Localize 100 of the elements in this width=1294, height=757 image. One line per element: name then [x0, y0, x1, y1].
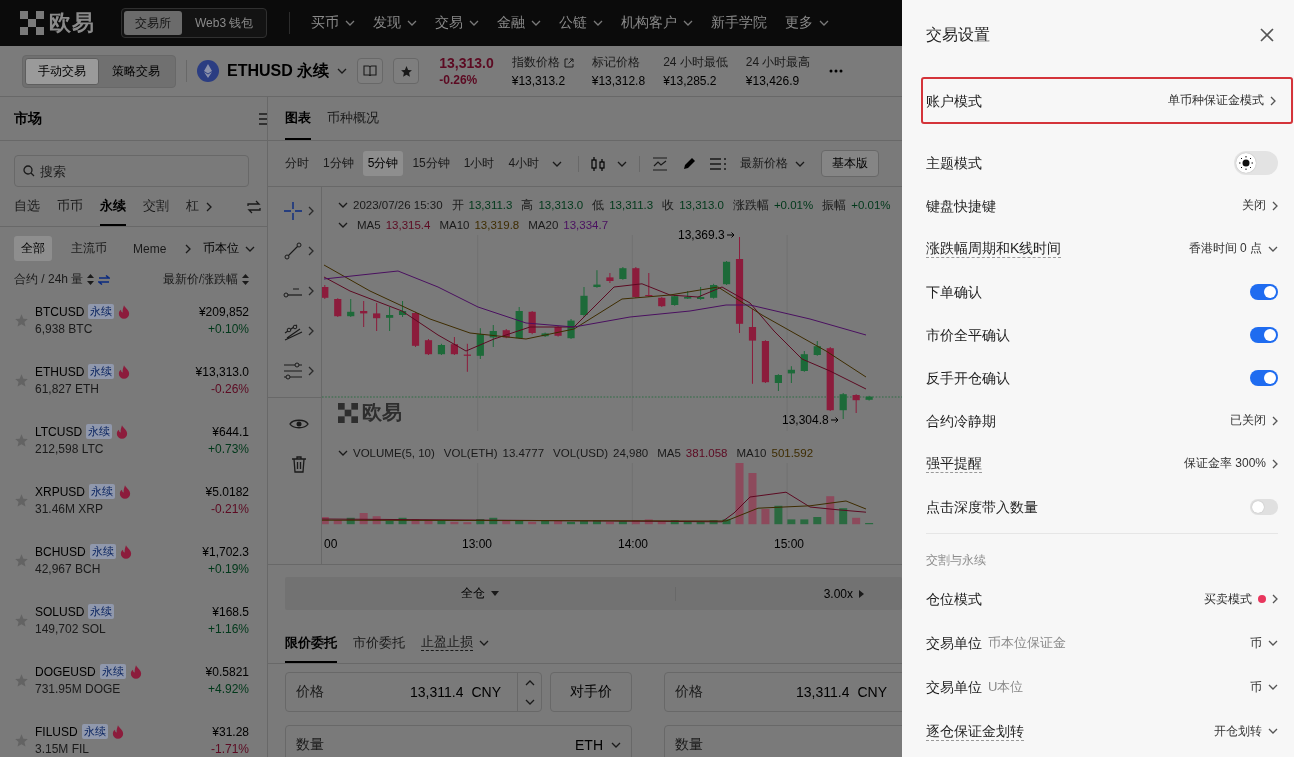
sort-icon[interactable] [87, 274, 95, 285]
order-type-tab[interactable]: 止盈止损 [421, 624, 489, 663]
counter-price-button[interactable]: 对手价 [550, 672, 632, 712]
setting-value[interactable]: 保证金率 300% [1183, 455, 1266, 472]
sort-icon[interactable] [242, 274, 249, 285]
filter-chip[interactable]: 全部 [14, 236, 52, 261]
chevron-right-icon[interactable] [1272, 594, 1278, 604]
close-icon[interactable] [1260, 28, 1274, 42]
nav-menu-item[interactable]: 买币 [302, 0, 365, 46]
sort-label[interactable]: 最新价/涨跌幅 [162, 271, 238, 288]
pencil-icon[interactable] [682, 156, 697, 171]
mode-tab[interactable]: 交易所 [124, 11, 182, 35]
chevron-right-icon[interactable] [1272, 458, 1278, 469]
market-tab[interactable]: 永续 [100, 187, 126, 226]
setting-value[interactable]: 已关闭 [1230, 412, 1266, 429]
theme-toggle[interactable] [1234, 150, 1278, 175]
nav-menu-item[interactable]: 交易 [426, 0, 489, 46]
chevron-right-icon[interactable] [1272, 415, 1278, 426]
price-source-dropdown[interactable]: 最新价格 [736, 155, 810, 172]
chevron-right-icon[interactable] [308, 286, 314, 296]
trade-mode-tab[interactable]: 手动交易 [25, 57, 99, 85]
chevron-right-icon[interactable] [185, 243, 192, 254]
setting-value[interactable]: 开仓划转 [1214, 722, 1262, 740]
chevron-down-icon[interactable] [1268, 245, 1278, 252]
crosshair-icon[interactable] [283, 201, 303, 221]
chevron-right-icon[interactable] [308, 206, 314, 216]
search-input[interactable]: 搜索 [40, 163, 220, 179]
setting-value[interactable]: 买卖模式 [1204, 590, 1252, 608]
book-button[interactable] [357, 58, 384, 84]
chevron-right-icon[interactable] [1270, 95, 1276, 106]
market-tab[interactable]: 杠 [186, 187, 199, 226]
sliders-icon[interactable] [283, 361, 303, 381]
chevron-down-icon[interactable] [1268, 684, 1278, 690]
indicator-icon[interactable] [652, 156, 669, 171]
view-mode-button[interactable]: 基本版 [821, 150, 880, 177]
nav-menu-item[interactable]: 更多 [776, 0, 839, 46]
chevron-down-icon[interactable] [338, 222, 348, 228]
nav-menu-item[interactable]: 新手学院 [702, 0, 777, 46]
chevron-down-icon[interactable] [1268, 728, 1278, 734]
chevron-down-icon[interactable] [617, 160, 628, 167]
chevron-right-icon[interactable] [1272, 200, 1278, 211]
filter-chip[interactable]: 主流币 [64, 236, 114, 261]
interval-tab[interactable]: 15分钟 [407, 151, 455, 176]
menu-icon[interactable] [259, 111, 267, 126]
price-input[interactable]: 13,311.4 [711, 684, 850, 700]
leverage-button[interactable]: 3.00x [823, 586, 864, 601]
chevron-up-icon[interactable] [524, 679, 535, 686]
chart-tab[interactable]: 图表 [285, 97, 311, 140]
market-tab[interactable]: 交割 [143, 187, 169, 226]
favorite-button[interactable] [393, 58, 420, 84]
interval-tab[interactable]: 1分钟 [318, 151, 359, 176]
chevron-right-icon[interactable] [206, 201, 212, 212]
chevron-down-icon[interactable] [338, 450, 348, 456]
chevron-down-icon[interactable] [552, 160, 563, 167]
price-input[interactable]: 13,311.4 [332, 684, 464, 700]
margin-mode-dropdown[interactable]: 全仓 [461, 585, 499, 602]
setting-value[interactable]: 关闭 [1242, 197, 1266, 214]
quote-unit-dropdown[interactable]: 币本位 [203, 240, 256, 257]
order-type-tab[interactable]: 市价委托 [353, 624, 405, 663]
external-link-icon[interactable] [563, 57, 574, 68]
interval-tab[interactable]: 4小时 [503, 151, 545, 176]
swap-icon[interactable] [98, 274, 111, 285]
nav-menu-item[interactable]: 金融 [488, 0, 551, 46]
interval-tab[interactable]: 1小时 [458, 151, 500, 176]
refresh-icon[interactable] [246, 199, 262, 214]
sort-label[interactable]: 合约 / 24h 量 [14, 271, 84, 288]
order-type-tab[interactable]: 限价委托 [285, 624, 337, 663]
nav-menu-item[interactable]: 机构客户 [612, 0, 703, 46]
interval-tab[interactable]: 5分钟 [362, 151, 404, 176]
chevron-right-icon[interactable] [308, 326, 314, 336]
quantity-field[interactable]: 数量 ETH [285, 725, 632, 757]
mode-tab[interactable]: Web3 钱包 [184, 11, 265, 35]
chevron-right-icon[interactable] [308, 246, 314, 256]
market-tab[interactable]: 币币 [57, 187, 83, 226]
chevron-down-icon[interactable] [337, 68, 348, 74]
chevron-down-icon[interactable] [338, 202, 348, 208]
trade-mode-tab[interactable]: 策略交易 [99, 57, 173, 85]
setting-value[interactable]: 单币种保证金模式 [1168, 92, 1264, 109]
toggle-switch[interactable] [1250, 369, 1278, 386]
price-field[interactable]: 价格 13,311.4 CNY [664, 672, 902, 712]
toggle-switch[interactable] [1250, 326, 1278, 343]
nav-menu-item[interactable]: 发现 [364, 0, 427, 46]
line-tool-icon[interactable] [283, 241, 303, 261]
nav-menu-item[interactable]: 公链 [550, 0, 613, 46]
list-icon[interactable] [710, 156, 727, 171]
more-icon[interactable] [828, 69, 843, 73]
interval-tab[interactable]: 分时 [280, 151, 314, 176]
logo-icon[interactable] [20, 11, 44, 35]
filter-chip[interactable]: Meme [126, 237, 174, 260]
toggle-switch[interactable] [1250, 498, 1278, 515]
chart-tab[interactable]: 币种概况 [327, 97, 379, 140]
market-tab[interactable]: 自选 [14, 187, 40, 226]
chevron-down-icon[interactable] [524, 698, 535, 705]
unit-dropdown[interactable]: ETH [575, 737, 631, 753]
price-field[interactable]: 价格 13,311.4 CNY [285, 672, 542, 712]
setting-value[interactable]: 币 [1250, 634, 1262, 652]
toggle-switch[interactable] [1250, 283, 1278, 300]
chevron-down-icon[interactable] [1268, 640, 1278, 646]
candlestick-icon[interactable] [591, 156, 606, 171]
setting-value[interactable]: 香港时间 0 点 [1188, 240, 1262, 257]
